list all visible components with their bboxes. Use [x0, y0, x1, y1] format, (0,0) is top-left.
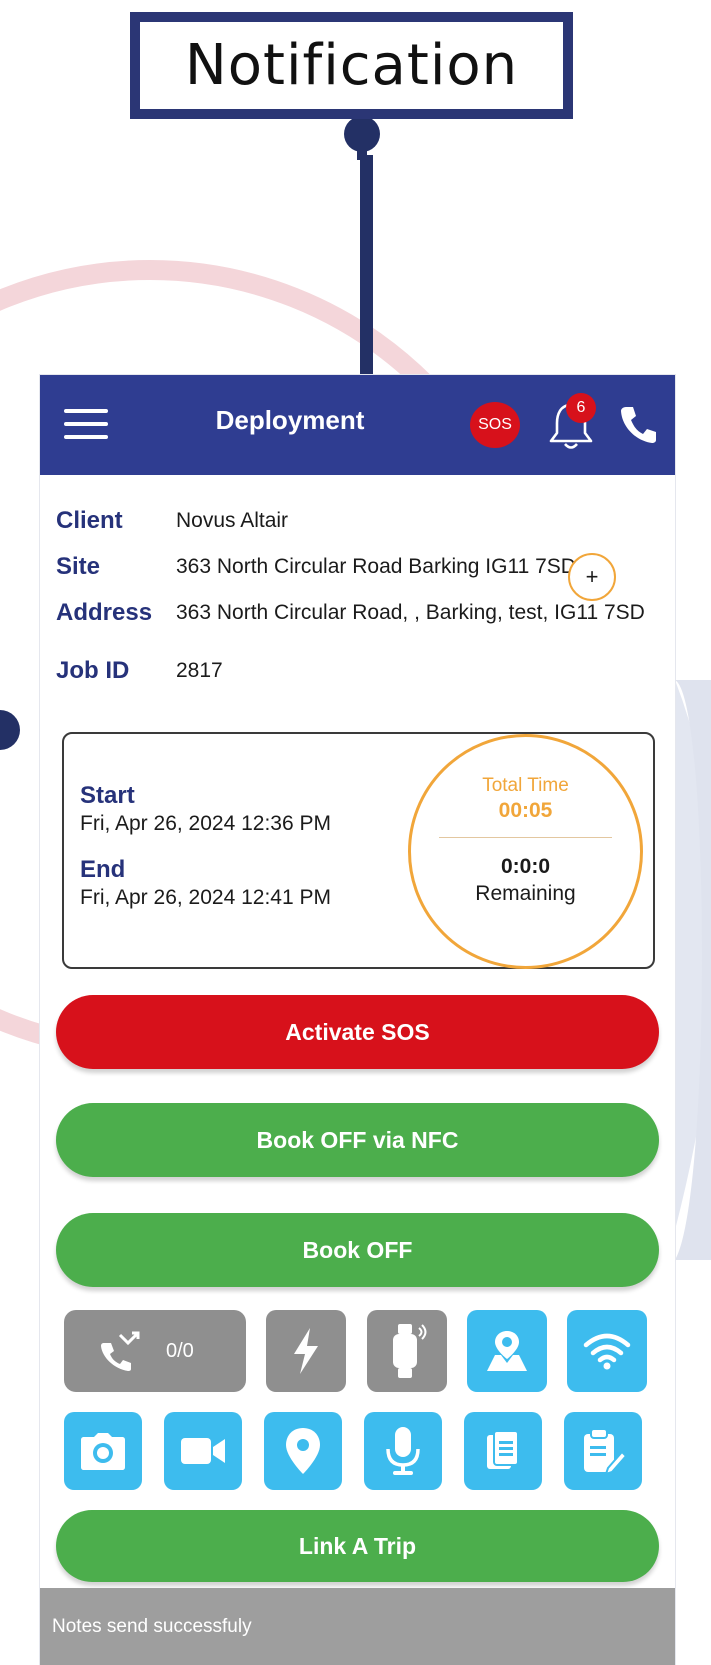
timer-divider	[439, 837, 612, 838]
activate-sos-button[interactable]: Activate SOS	[56, 995, 659, 1069]
client-row: Client Novus Altair	[56, 507, 666, 553]
add-time-button[interactable]: +	[568, 553, 616, 601]
video-icon	[181, 1438, 225, 1464]
address-label: Address	[56, 599, 153, 626]
deployment-info: Client Novus Altair Site 363 North Circu…	[56, 507, 666, 697]
call-count: 0/0	[166, 1339, 194, 1362]
timer-ring: Total Time 00:05 0:0:0 Remaining	[408, 734, 643, 969]
camera-icon	[81, 1433, 125, 1470]
phone-screen: Deployment SOS 6 Client Novus Altair Sit…	[40, 375, 675, 1665]
total-time-label: Total Time	[482, 775, 569, 796]
client-label: Client	[56, 507, 123, 534]
call-log-button[interactable]: 0/0	[64, 1310, 246, 1392]
microphone-icon	[386, 1427, 420, 1475]
job-id-row: Job ID 2817	[56, 657, 666, 697]
camera-button[interactable]	[64, 1412, 142, 1490]
location-button[interactable]	[264, 1412, 342, 1490]
documents-button[interactable]	[464, 1412, 542, 1490]
video-button[interactable]	[164, 1412, 242, 1490]
missed-call-icon	[101, 1331, 140, 1371]
page-title: Deployment	[215, 405, 365, 435]
app-bar: Deployment SOS 6	[40, 375, 675, 475]
total-time-value: 00:05	[498, 799, 553, 822]
remaining-value: 0:0:0	[500, 855, 551, 878]
end-value: Fri, Apr 26, 2024 12:41 PM	[80, 886, 331, 909]
map-location-icon	[487, 1331, 527, 1371]
phone-icon[interactable]	[618, 403, 658, 445]
microphone-button[interactable]	[364, 1412, 442, 1490]
notification-callout: Notification	[130, 12, 573, 119]
wifi-button[interactable]	[567, 1310, 647, 1392]
site-label: Site	[56, 553, 101, 580]
start-label: Start	[80, 782, 135, 809]
start-value: Fri, Apr 26, 2024 12:36 PM	[80, 812, 331, 835]
book-off-nfc-button[interactable]: Book OFF via NFC	[56, 1103, 659, 1177]
link-a-trip-button[interactable]: Link A Trip	[56, 1510, 659, 1582]
end-label: End	[80, 856, 126, 883]
book-off-button[interactable]: Book OFF	[56, 1213, 659, 1287]
location-pin-icon	[286, 1428, 320, 1474]
client-value: Novus Altair	[176, 509, 289, 532]
flash-button[interactable]	[266, 1310, 346, 1392]
remaining-label: Remaining	[475, 882, 576, 905]
address-value: 363 North Circular Road, , Barking, test…	[176, 601, 645, 624]
smartwatch-button[interactable]	[367, 1310, 447, 1392]
smartwatch-icon	[393, 1324, 427, 1378]
job-id-label: Job ID	[56, 657, 130, 684]
wifi-icon	[583, 1333, 631, 1370]
sos-button[interactable]: SOS	[470, 402, 520, 448]
toast-message: Notes send successfuly	[40, 1588, 675, 1665]
flash-icon	[294, 1328, 318, 1374]
hamburger-menu-icon[interactable]	[64, 409, 108, 441]
shift-time-card: Start Fri, Apr 26, 2024 12:36 PM End Fri…	[62, 732, 655, 969]
notification-badge: 6	[566, 393, 596, 423]
callout-label: Notification	[140, 22, 563, 109]
notes-button[interactable]	[564, 1412, 642, 1490]
map-location-button[interactable]	[467, 1310, 547, 1392]
clipboard-edit-icon	[584, 1428, 626, 1476]
documents-icon	[487, 1430, 519, 1469]
address-row: Address 363 North Circular Road, , Barki…	[56, 599, 666, 657]
job-id-value: 2817	[176, 659, 223, 682]
